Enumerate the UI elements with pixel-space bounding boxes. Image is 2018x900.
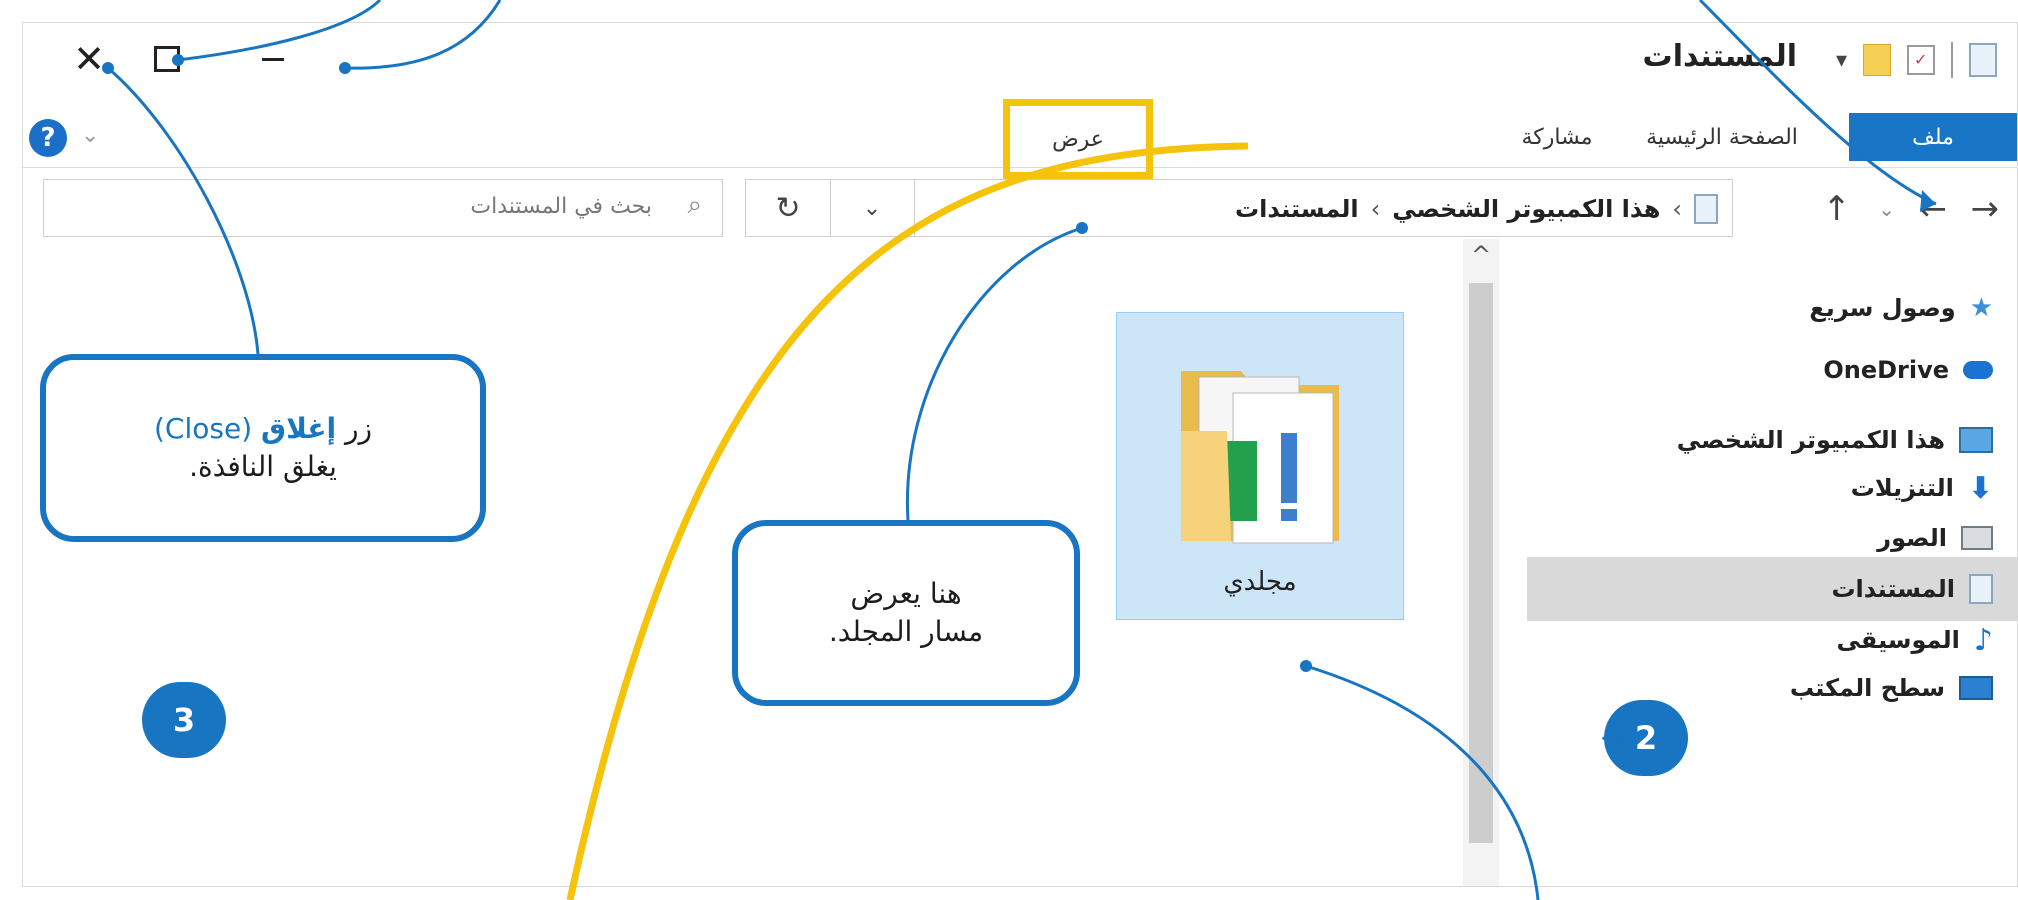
address-bar[interactable]: ↻ ⌄ › هذا الكمبيوتر الشخصي › المستندات — [745, 179, 1733, 237]
tab-view[interactable]: عرض — [1003, 99, 1153, 179]
path-callout-line2: مسار المجلد. — [828, 615, 984, 648]
close-button[interactable]: ✕ — [61, 31, 117, 87]
ribbon-expand-icon[interactable]: ⌄ — [81, 123, 99, 148]
breadcrumb-documents[interactable]: المستندات — [1235, 195, 1359, 223]
qat-divider — [1951, 42, 1953, 78]
sidebar-item-quick-access[interactable]: ★ وصول سريع — [1809, 287, 1993, 329]
minimize-icon — [262, 57, 284, 61]
sidebar-item-music[interactable]: ♪ الموسيقى — [1837, 619, 1993, 661]
chevron-down-icon: ⌄ — [1878, 197, 1895, 221]
properties-icon[interactable]: ✓ — [1907, 45, 1935, 75]
minimize-button[interactable] — [245, 31, 301, 87]
address-history-dropdown[interactable]: ⌄ — [830, 180, 915, 236]
new-folder-icon[interactable] — [1863, 44, 1891, 76]
navigation-pane: ★ وصول سريع OneDrive هذا الكمبيوتر الشخص… — [1527, 239, 2017, 886]
scroll-thumb[interactable] — [1469, 283, 1493, 843]
folder-label: مجلدي — [1223, 567, 1297, 597]
back-arrow-icon: ← — [1918, 189, 1948, 229]
step-badge-2: 2 — [1604, 700, 1688, 776]
pictures-icon — [1961, 526, 1993, 550]
close-callout-line2: يغلق النافذة. — [189, 450, 337, 483]
search-placeholder: بحث في المستندات — [470, 194, 652, 219]
sidebar-item-onedrive[interactable]: OneDrive — [1823, 349, 1993, 391]
close-button-callout: زر إغلاق (Close) يغلق النافذة. — [40, 354, 486, 542]
forward-button[interactable]: → — [1971, 189, 2000, 229]
refresh-button[interactable]: ↻ — [746, 180, 831, 236]
sidebar-item-pictures[interactable]: الصور — [1877, 517, 1993, 559]
up-arrow-icon: ↑ — [1822, 189, 1852, 229]
navigation-scrollbar[interactable]: ^ — [1463, 239, 1499, 886]
computer-icon — [1959, 427, 1993, 453]
search-input[interactable]: ⌕ بحث في المستندات — [43, 179, 723, 237]
back-button[interactable]: ← — [1919, 189, 1948, 229]
recent-locations-button[interactable]: ⌄ — [1878, 197, 1895, 221]
tab-file[interactable]: ملف — [1849, 113, 2017, 161]
path-callout: هنا يعرض مسار المجلد. — [732, 520, 1080, 706]
sidebar-item-this-pc[interactable]: هذا الكمبيوتر الشخصي — [1677, 419, 1993, 461]
path-callout-line1: هنا يعرض — [850, 577, 962, 611]
chevron-down-icon: ⌄ — [862, 195, 882, 221]
maximize-icon — [154, 46, 180, 72]
breadcrumb-separator: › — [1370, 195, 1381, 223]
tab-home[interactable]: الصفحة الرئيسية — [1627, 113, 1817, 161]
folder-item[interactable]: مجلدي — [1116, 312, 1404, 620]
quick-access-toolbar: ▾ ✓ — [1836, 35, 1997, 85]
ribbon-tabs: ? ⌄ ملف الصفحة الرئيسية مشاركة عرض — [23, 99, 2017, 179]
maximize-button[interactable] — [139, 31, 195, 87]
sidebar-item-documents[interactable]: المستندات — [1831, 568, 1993, 610]
tab-share[interactable]: مشاركة — [1497, 113, 1617, 161]
sidebar-item-desktop[interactable]: سطح المكتب — [1790, 667, 1993, 709]
help-icon[interactable]: ? — [29, 119, 67, 157]
up-button[interactable]: ↑ — [1823, 189, 1852, 229]
documents-breadcrumb-icon — [1694, 194, 1718, 224]
star-icon: ★ — [1969, 293, 1993, 323]
qat-dropdown-icon[interactable]: ▾ — [1836, 48, 1847, 73]
folder-icon — [1181, 371, 1339, 544]
search-icon: ⌕ — [687, 190, 702, 220]
breadcrumb-this-pc[interactable]: هذا الكمبيوتر الشخصي — [1392, 195, 1660, 223]
close-callout-line1: زر إغلاق (Close) — [153, 412, 373, 446]
refresh-icon: ↻ — [775, 190, 801, 226]
forward-arrow-icon: → — [1970, 189, 2000, 229]
documents-app-icon — [1969, 43, 1997, 77]
step-badge-3: 3 — [142, 682, 226, 758]
music-icon: ♪ — [1973, 622, 1993, 658]
breadcrumb-separator: › — [1672, 195, 1682, 223]
close-icon: ✕ — [73, 37, 105, 81]
breadcrumb: › هذا الكمبيوتر الشخصي › المستندات — [1235, 190, 1718, 228]
title-bar: ✕ المستندات ▾ ✓ — [23, 23, 2017, 107]
documents-icon — [1969, 574, 1993, 604]
window-title: المستندات — [1642, 39, 1797, 74]
sidebar-item-downloads[interactable]: ⬇ التنزيلات — [1851, 467, 1993, 509]
address-row: → ← ⌄ ↑ ↻ ⌄ › هذا الكمبيوتر الشخصي › الم… — [23, 169, 2017, 239]
cloud-icon — [1963, 361, 1993, 379]
scroll-up-icon[interactable]: ^ — [1471, 241, 1491, 269]
download-icon: ⬇ — [1967, 470, 1993, 506]
desktop-icon — [1959, 676, 1993, 700]
